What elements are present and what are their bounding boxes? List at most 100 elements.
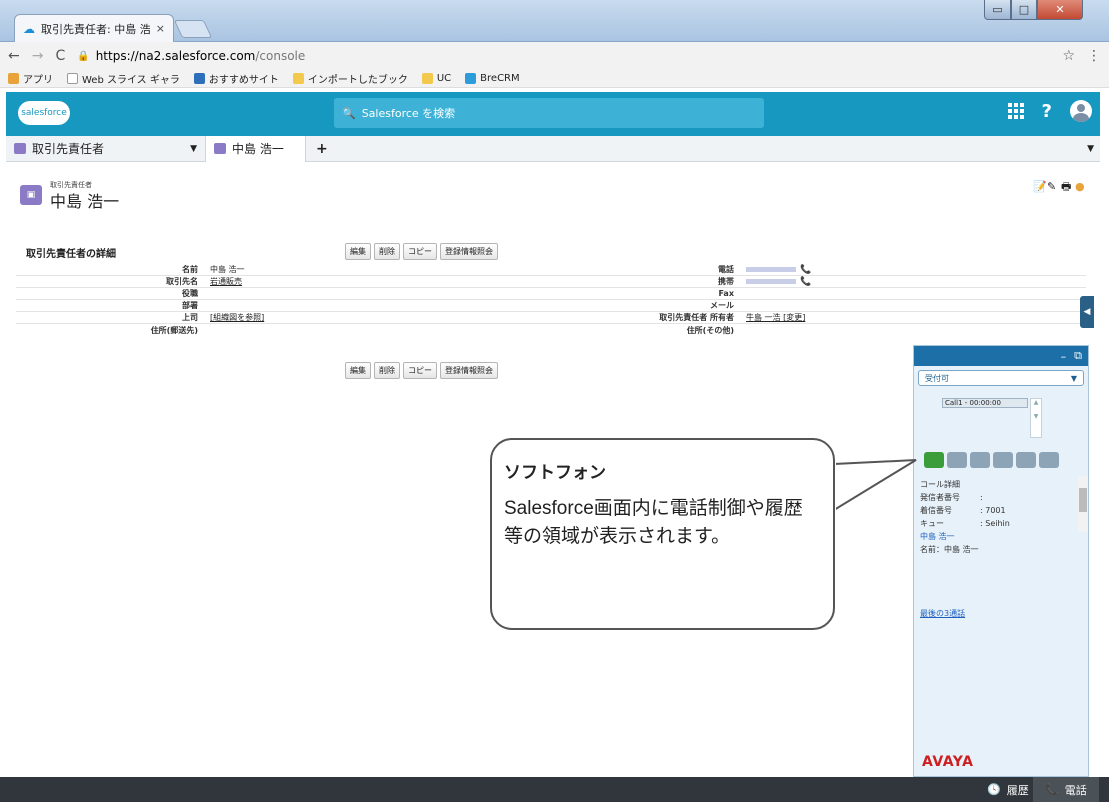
transfer-call-button[interactable] [993,452,1013,468]
bookmarks-bar: アプリ Web スライス ギャラ おすすめサイト インポートしたブック UC B… [0,70,1109,88]
tab-contacts[interactable]: 取引先責任者 ▼ [6,135,206,162]
window-close-icon[interactable]: ✕ [1037,0,1083,20]
forward-icon[interactable]: → [32,48,44,64]
softphone-callout: ソフトフォン Salesforce画面内に電話制御や履歴等の領域が表示されます。 [490,438,835,630]
agent-status-select[interactable]: 受付可 ▼ [918,370,1084,386]
contact-icon [14,143,26,154]
tab-close-icon[interactable]: × [156,22,165,35]
user-avatar[interactable] [1070,100,1092,122]
field-value: [組織図を参照] [206,312,516,323]
url-path: /console [255,49,306,63]
contact-link[interactable]: 中島 浩一 [920,530,1088,543]
tab-record[interactable]: 中島 浩一 [206,135,306,162]
record-action-icons: 📝 ✎ 🖶 ● [1033,181,1087,193]
detail-row: 取引先名 岩通販売 携帯 📞 [16,276,1086,288]
bookmark-recommended[interactable]: おすすめサイト [193,71,279,86]
popout-icon[interactable]: ⧉ [1074,349,1082,363]
menu-kebab-icon[interactable]: ⋮ [1087,48,1101,64]
edit-button[interactable]: 編集 [345,362,371,379]
edit-button[interactable]: 編集 [345,243,371,260]
detail-value: : [980,493,983,502]
call-detail-row: 着信番号 : 7001 [920,504,1088,517]
url-host: https://na2.salesforce.com [95,49,256,63]
bing-icon [193,73,205,84]
help-icon[interactable]: ? [1042,101,1052,122]
tab-label: 中島 浩一 [232,142,284,156]
detail-button-row-top: 編集 削除 コピー 登録情報照会 [345,243,498,260]
bookmark-apps[interactable]: アプリ [8,71,53,86]
utility-bar: 🕓 履歴 📞 電話 [0,777,1109,802]
chevron-down-icon[interactable]: ▼ [190,144,197,154]
console-tabs: 取引先責任者 ▼ 中島 浩一 + ▼ [6,135,1100,162]
phone-icon[interactable]: 📞 [800,277,811,287]
contact-icon [214,143,226,154]
salesforce-logo[interactable]: salesforce [18,101,70,125]
caller-name: 名前：中島 浩一 [920,545,979,554]
print-icon[interactable]: 🖶 [1061,181,1073,193]
bookmark-uc[interactable]: UC [421,73,451,84]
uc-icon [421,73,433,84]
edit-icon[interactable]: 📝 [1033,181,1047,193]
call-list-scrollbar[interactable]: ▲ ▼ [1030,398,1042,438]
history-tab[interactable]: 🕓 履歴 [975,777,1041,802]
reload-icon[interactable]: C [55,48,65,64]
url-field[interactable]: 🔒 https://na2.salesforce.com/console [77,49,1050,63]
minimize-icon[interactable]: – [1061,350,1067,363]
delete-button[interactable]: 削除 [374,362,400,379]
phone-tab[interactable]: 📞 電話 [1033,777,1099,802]
search-icon: 🔍 [342,106,356,120]
bookmark-label: おすすめサイト [208,75,279,86]
phone-value[interactable]: 📞 [746,265,1086,275]
detail-value: : 7001 [980,506,1006,515]
detail-row: 部署 メール [16,300,1086,312]
field-label: 住所(郵送先) [150,325,198,335]
call-line-item[interactable]: Call1 - 00:00:00 [942,398,1028,408]
field-value: 岩通販売 [206,276,516,287]
account-link[interactable]: 岩通販売 [210,277,242,286]
window-maximize-icon[interactable]: □ [1011,0,1037,20]
bookmark-web-slice[interactable]: Web スライス ギャラ [67,71,180,86]
hangup-call-button[interactable] [947,452,967,468]
softphone-scrollbar[interactable] [1078,476,1088,532]
phone-icon: 📞 [1045,783,1059,796]
answer-call-button[interactable] [924,452,944,468]
new-tab-button[interactable] [173,20,213,38]
copy-button[interactable]: コピー [403,243,437,260]
back-icon[interactable]: ← [8,48,20,64]
bookmark-imported[interactable]: インポートしたブック [292,71,408,86]
global-search[interactable]: 🔍 Salesforce を検索 [334,98,764,128]
add-tab-icon[interactable]: + [306,141,338,157]
phone-icon[interactable]: 📞 [800,265,811,275]
callout-body: Salesforce画面内に電話制御や履歴等の領域が表示されます。 [504,498,803,547]
call-list: Call1 - 00:00:00 ▲ ▼ [942,398,1042,438]
bookmark-star-icon[interactable]: ☆ [1062,48,1075,64]
lock-icon: 🔒 [77,50,90,62]
delete-button[interactable]: 削除 [374,243,400,260]
browser-tab[interactable]: ☁ 取引先責任者: 中島 浩一 × [14,14,174,42]
bookmark-brecrm[interactable]: BreCRM [465,73,520,84]
softphone-titlebar: – ⧉ [914,346,1088,366]
help-circle-icon[interactable]: ● [1075,181,1087,193]
sidebar-toggle-handle[interactable]: ◀ [1080,296,1094,328]
window-restore-icon[interactable]: ▭ [984,0,1011,20]
conference-call-button[interactable] [1016,452,1036,468]
hold-call-button[interactable] [970,452,990,468]
callout-title: ソフトフォン [504,463,606,482]
lookup-button[interactable]: 登録情報照会 [440,243,498,260]
consult-call-button[interactable] [1039,452,1059,468]
mobile-value[interactable]: 📞 [746,277,1086,287]
address-bar: ← → C 🔒 https://na2.salesforce.com/conso… [0,42,1109,70]
app-launcher-icon[interactable] [1007,103,1024,119]
field-label: 住所(その他) [686,325,734,335]
edit-layout-icon[interactable]: ✎ [1047,181,1059,193]
detail-key: 着信番号 [920,506,952,515]
field-label: 電話 [718,265,734,274]
field-label: Fax [718,289,734,298]
org-chart-link[interactable]: [組織図を参照] [210,313,264,322]
owner-link[interactable]: 牛島 一浩 [変更] [746,312,805,323]
page-icon [67,73,78,84]
copy-button[interactable]: コピー [403,362,437,379]
last-calls-link[interactable]: 最後の3通話 [920,608,1088,619]
tab-menu-chevron-icon[interactable]: ▼ [1087,144,1094,154]
lookup-button[interactable]: 登録情報照会 [440,362,498,379]
